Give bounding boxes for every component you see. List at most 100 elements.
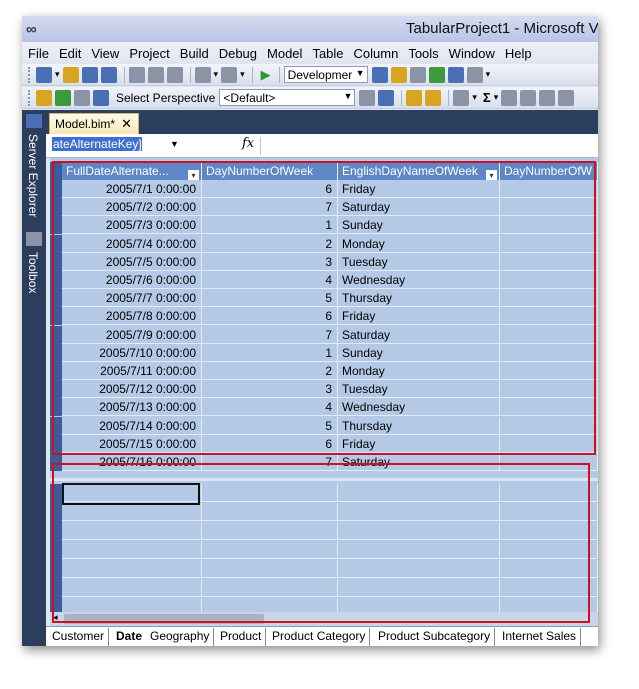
clear-sort-icon[interactable] <box>558 89 575 106</box>
table-cell[interactable]: 5 <box>202 416 338 435</box>
table-cell[interactable]: 7 <box>202 325 338 344</box>
table-cell[interactable]: 2005/7/14 0:00:00 <box>62 416 202 435</box>
diagram-view-icon[interactable] <box>425 89 442 106</box>
table-cell[interactable] <box>500 289 598 308</box>
excel-icon[interactable] <box>55 89 71 106</box>
toolbox-icon[interactable] <box>26 232 42 246</box>
menu-help[interactable]: Help <box>505 46 532 61</box>
menu-view[interactable]: View <box>91 46 119 61</box>
table-cell[interactable]: Saturday <box>338 198 500 217</box>
table-cell[interactable]: Friday <box>338 307 500 326</box>
table-cell[interactable]: Monday <box>338 234 500 253</box>
table-cell[interactable]: Sunday <box>338 216 500 235</box>
measure-cell[interactable] <box>62 522 202 540</box>
row-selector[interactable] <box>50 252 62 271</box>
row-selector[interactable] <box>50 180 62 198</box>
perspective-dropdown[interactable]: <Default> ▼ <box>219 89 356 106</box>
tab-internet-sales[interactable]: Internet Sales <box>498 628 582 646</box>
paste-icon[interactable] <box>166 66 183 83</box>
row-selector[interactable] <box>50 434 62 453</box>
table-cell[interactable]: 6 <box>202 434 338 453</box>
table-cell[interactable]: 2005/7/16 0:00:00 <box>62 453 202 471</box>
chevron-down-icon[interactable]: ▾ <box>486 69 491 80</box>
open-file-icon[interactable] <box>62 66 79 83</box>
create-measure-icon[interactable] <box>501 89 518 106</box>
table-cell[interactable]: 2 <box>202 362 338 380</box>
horizontal-scrollbar[interactable]: ◂ <box>50 612 598 626</box>
row-selector[interactable] <box>50 398 62 417</box>
measure-cell[interactable] <box>500 579 598 597</box>
table-cell[interactable]: 4 <box>202 398 338 417</box>
table-cell[interactable] <box>500 325 598 344</box>
scrollbar-thumb[interactable] <box>64 614 264 624</box>
menu-file[interactable]: File <box>28 46 49 61</box>
table-cell[interactable]: Wednesday <box>338 271 500 289</box>
tab-customer[interactable]: Customer <box>48 628 110 646</box>
menu-project[interactable]: Project <box>129 46 169 61</box>
table-cell[interactable]: 2005/7/4 0:00:00 <box>62 234 202 253</box>
copy-icon[interactable] <box>147 66 164 83</box>
table-cell[interactable]: 2005/7/1 0:00:00 <box>62 180 202 198</box>
save-icon[interactable] <box>81 66 98 83</box>
table-cell[interactable]: Friday <box>338 434 500 453</box>
sort-ascending-icon[interactable] <box>520 89 537 106</box>
measure-cell[interactable] <box>338 541 500 559</box>
perspectives-icon[interactable] <box>93 89 109 106</box>
table-cell[interactable]: 2005/7/7 0:00:00 <box>62 289 202 308</box>
menu-column[interactable]: Column <box>354 46 399 61</box>
measure-cell[interactable] <box>338 503 500 521</box>
measure-cell[interactable] <box>202 560 338 578</box>
table-cell[interactable]: 2005/7/5 0:00:00 <box>62 252 202 271</box>
save-all-icon[interactable] <box>100 66 117 83</box>
table-cell[interactable] <box>500 416 598 435</box>
measure-cell[interactable] <box>338 560 500 578</box>
solution-explorer-icon[interactable] <box>390 66 407 83</box>
table-cell[interactable]: 7 <box>202 453 338 471</box>
table-cell[interactable]: 6 <box>202 180 338 198</box>
table-cell[interactable] <box>500 198 598 217</box>
filter-icon[interactable]: ▾ <box>486 165 497 180</box>
table-cell[interactable] <box>500 453 598 471</box>
table-cell[interactable] <box>500 380 598 399</box>
measure-cell[interactable] <box>338 522 500 540</box>
object-browser-icon[interactable] <box>428 66 445 83</box>
measure-cell[interactable] <box>202 503 338 521</box>
table-cell[interactable] <box>500 271 598 289</box>
new-project-icon[interactable] <box>36 66 52 83</box>
toolbar-grip[interactable] <box>28 89 32 106</box>
table-cell[interactable] <box>500 398 598 417</box>
table-cell[interactable] <box>500 234 598 253</box>
solution-configuration-dropdown[interactable]: Developmer ▼ <box>283 66 368 83</box>
row-selector[interactable] <box>50 325 62 344</box>
table-cell[interactable]: Thursday <box>338 416 500 435</box>
table-cell[interactable]: 2005/7/12 0:00:00 <box>62 380 202 399</box>
tab-product-subcategory[interactable]: Product Subcategory <box>374 628 496 646</box>
table-cell[interactable] <box>500 180 598 198</box>
row-selector[interactable] <box>50 362 62 380</box>
table-cell[interactable]: Saturday <box>338 325 500 344</box>
server-explorer-icon[interactable] <box>26 114 42 128</box>
toolbox-tab[interactable]: Toolbox <box>26 252 40 293</box>
table-cell[interactable]: 2005/7/9 0:00:00 <box>62 325 202 344</box>
measure-cell[interactable] <box>202 541 338 559</box>
filter-icon[interactable]: ▾ <box>188 165 199 180</box>
fx-icon[interactable]: fx <box>242 136 254 151</box>
table-cell[interactable] <box>500 362 598 380</box>
menu-window[interactable]: Window <box>449 46 495 61</box>
chevron-down-icon[interactable]: ▾ <box>494 92 499 103</box>
measure-cell[interactable] <box>500 541 598 559</box>
row-selector[interactable] <box>50 416 62 435</box>
import-from-data-source-icon[interactable] <box>36 89 52 106</box>
tab-date[interactable]: Date <box>112 628 148 646</box>
row-selector[interactable] <box>50 234 62 253</box>
chevron-down-icon[interactable]: ▾ <box>214 69 219 80</box>
chevron-down-icon[interactable]: ▼ <box>170 139 179 149</box>
scroll-left-icon[interactable]: ◂ <box>53 612 58 623</box>
tab-product-category[interactable]: Product Category <box>268 628 371 646</box>
menu-build[interactable]: Build <box>180 46 209 61</box>
table-cell[interactable]: 2005/7/2 0:00:00 <box>62 198 202 217</box>
measure-cell[interactable] <box>338 484 500 502</box>
roles-icon[interactable] <box>74 89 90 106</box>
menu-edit[interactable]: Edit <box>59 46 81 61</box>
table-cell[interactable]: 2 <box>202 234 338 253</box>
